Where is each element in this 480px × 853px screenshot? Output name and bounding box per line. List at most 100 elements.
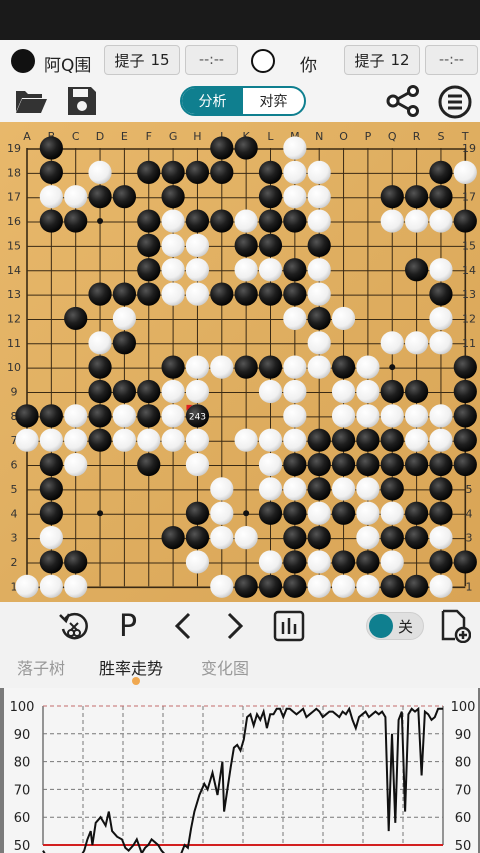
black-stone: [39, 501, 63, 525]
add-file-icon[interactable]: [438, 609, 472, 643]
black-stone: [429, 550, 453, 574]
black-stone: [15, 404, 39, 428]
row-label: 14: [462, 264, 476, 277]
star-point: [97, 510, 104, 517]
row-label: 9: [11, 386, 18, 399]
black-stone: [185, 160, 210, 184]
black-stone: [380, 428, 404, 452]
white-stone: [283, 136, 307, 160]
analysis-toggle[interactable]: 关: [366, 612, 424, 640]
white-stone: [88, 331, 112, 355]
white-stone: [258, 550, 283, 574]
white-stone: [307, 331, 331, 355]
pass-button[interactable]: P: [113, 609, 143, 644]
row-label: 15: [7, 239, 21, 252]
go-board[interactable]: ABCDEFGHJKLMNOPQRST191918181717161615151…: [0, 122, 480, 602]
tab-move-tree[interactable]: 落子树: [17, 655, 65, 679]
black-stone: [88, 355, 112, 379]
capture-label: 提子: [354, 51, 385, 70]
white-stone: [39, 526, 63, 550]
white-stone: [185, 355, 210, 379]
white-stone: [210, 477, 234, 501]
white-stone: [185, 452, 210, 477]
white-stone: [283, 404, 307, 428]
white-stone: [356, 526, 380, 550]
folder-open-icon[interactable]: [14, 86, 48, 116]
black-stone-icon: [11, 49, 35, 73]
row-label: 3: [466, 532, 473, 545]
black-stone: [453, 404, 477, 428]
black-stone: [161, 526, 185, 550]
black-stone: [258, 233, 283, 257]
star-point: [97, 218, 104, 225]
share-icon[interactable]: [386, 85, 420, 117]
go-board-svg[interactable]: ABCDEFGHJKLMNOPQRST191918181717161615151…: [0, 122, 480, 602]
white-stone: [39, 574, 63, 598]
white-stone: [429, 331, 453, 355]
white-stone: [185, 258, 210, 282]
undo-scissors-icon[interactable]: [56, 609, 92, 643]
y-tick-label: 60: [14, 811, 31, 826]
black-stone: [161, 355, 185, 379]
row-label: 16: [7, 215, 21, 228]
black-stone: [234, 282, 258, 306]
row-label: 5: [11, 483, 18, 496]
white-stone: [405, 404, 429, 428]
black-stone: [429, 160, 453, 184]
white-stone: [210, 501, 234, 525]
menu-icon[interactable]: [438, 85, 472, 119]
column-label: O: [339, 130, 348, 143]
white-stone-icon: [251, 49, 275, 73]
white-stone: [258, 428, 283, 452]
white-stone: [234, 428, 258, 452]
row-label: 5: [466, 483, 473, 496]
white-stone: [283, 355, 307, 379]
black-stone: [453, 355, 477, 379]
y-tick-label: 90: [14, 728, 31, 743]
black-stone: [405, 574, 429, 598]
row-label: 17: [7, 191, 21, 204]
black-stone: [258, 355, 283, 379]
black-stone: [331, 501, 356, 525]
black-stone: [137, 379, 161, 404]
winrate-chart: 50 50 60 60 70 70 80 80 90 90 100 100: [0, 688, 480, 853]
row-label: 11: [7, 337, 21, 350]
column-label: L: [267, 130, 274, 143]
black-stone: [112, 185, 136, 209]
black-stone: [429, 501, 453, 525]
white-stone: [64, 574, 88, 598]
black-stone: [258, 282, 283, 306]
row-label: 3: [11, 532, 18, 545]
black-captures-count: 15: [150, 51, 170, 69]
tab-play[interactable]: 对弈: [243, 88, 304, 114]
row-label: 1: [466, 580, 473, 593]
row-label: 12: [7, 312, 21, 325]
black-stone: [356, 428, 380, 452]
tab-variation[interactable]: 变化图: [201, 655, 249, 679]
save-icon[interactable]: [66, 86, 98, 116]
previous-move-icon[interactable]: [168, 609, 198, 643]
white-stone: [307, 185, 331, 209]
white-stone: [234, 209, 258, 233]
y-tick-label: 50: [14, 839, 31, 853]
white-stone: [405, 209, 429, 233]
tab-winrate[interactable]: 胜率走势: [99, 655, 163, 679]
white-stone: [210, 526, 234, 550]
black-stone: [283, 452, 307, 477]
black-stone: [137, 209, 161, 233]
black-stone: [258, 501, 283, 525]
white-stone: [39, 428, 63, 452]
next-move-icon[interactable]: [220, 609, 250, 643]
white-stone: [185, 550, 210, 574]
black-stone: [356, 550, 380, 574]
white-stone: [405, 428, 429, 452]
tab-analysis[interactable]: 分析: [182, 88, 243, 114]
white-stone: [356, 574, 380, 598]
row-label: 2: [11, 556, 18, 569]
black-stone: [331, 550, 356, 574]
black-stone: [380, 185, 404, 209]
y-tick-label: 70: [14, 783, 31, 798]
white-stone: [307, 160, 331, 184]
chart-icon[interactable]: [272, 609, 306, 643]
column-label: Q: [388, 130, 397, 143]
